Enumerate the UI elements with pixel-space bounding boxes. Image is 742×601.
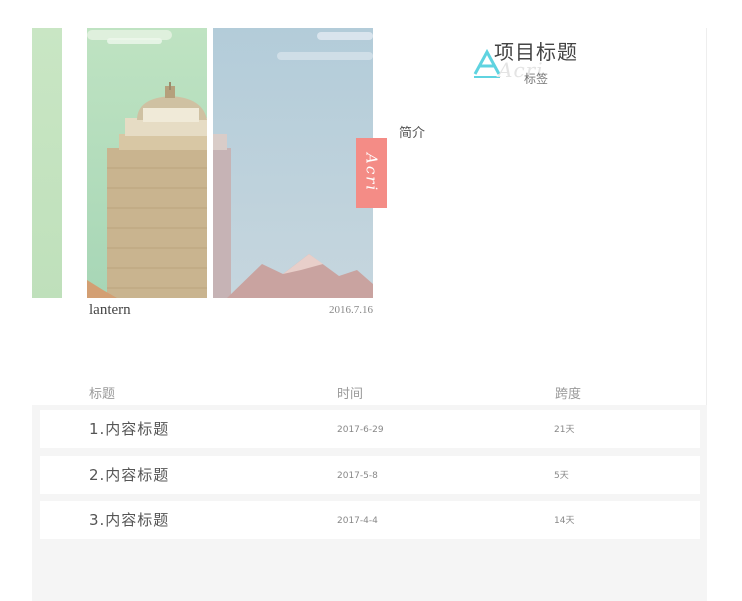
project-title: 项目标题 xyxy=(494,40,578,64)
cover-ribbon-text: Acri xyxy=(362,153,381,193)
previous-cover-thumbnail[interactable] xyxy=(32,28,62,298)
row-time: 2017-5-8 xyxy=(337,471,378,481)
cover-image[interactable] xyxy=(87,28,373,298)
column-header-title: 标题 xyxy=(89,387,116,402)
row-span: 5天 xyxy=(554,471,569,481)
row-span: 14天 xyxy=(554,516,575,526)
project-tag: 标签 xyxy=(524,72,549,86)
row-time: 2017-6-29 xyxy=(337,425,384,435)
column-header-span: 跨度 xyxy=(555,387,582,402)
row-time: 2017-4-4 xyxy=(337,516,378,526)
column-header-time: 时间 xyxy=(337,387,364,402)
table-row[interactable]: 3.内容标题 2017-4-4 14天 xyxy=(40,501,700,539)
cover-ribbon-tag: Acri xyxy=(356,138,387,208)
project-intro: 简介 xyxy=(399,126,426,141)
table-row[interactable]: 2.内容标题 2017-5-8 5天 xyxy=(40,456,700,494)
cover-name: lantern xyxy=(89,302,131,318)
table-row[interactable]: 1.内容标题 2017-6-29 21天 xyxy=(40,410,700,448)
row-title: 1.内容标题 xyxy=(89,420,170,438)
row-title: 2.内容标题 xyxy=(89,466,170,484)
cover-date: 2016.7.16 xyxy=(329,304,373,316)
row-span: 21天 xyxy=(554,425,575,435)
row-title: 3.内容标题 xyxy=(89,511,170,529)
